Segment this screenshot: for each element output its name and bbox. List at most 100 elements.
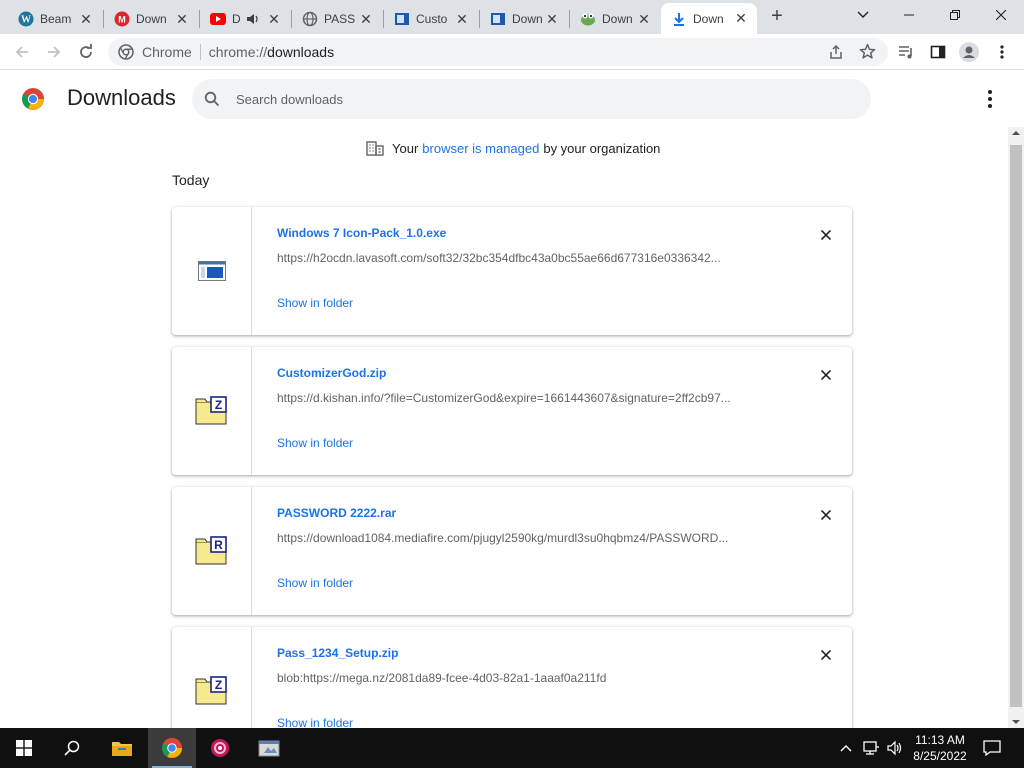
show-hidden-icons-button[interactable] — [836, 728, 856, 768]
taskbar-file-explorer[interactable] — [98, 728, 146, 768]
close-icon[interactable]: ✕ — [636, 11, 652, 27]
speaker-icon[interactable] — [246, 12, 260, 29]
tab-label: D — [232, 12, 241, 26]
close-icon[interactable]: ✕ — [174, 11, 190, 27]
chrome-logo-icon — [22, 88, 44, 110]
tab-download-3[interactable]: Down ✕ — [570, 4, 660, 34]
search-input[interactable] — [236, 91, 736, 107]
reload-button[interactable] — [72, 38, 100, 66]
downloads-header: Downloads — [0, 71, 1008, 127]
star-icon[interactable] — [859, 43, 876, 63]
zip-file-icon: Z — [195, 396, 227, 425]
back-button[interactable] — [8, 38, 36, 66]
close-icon[interactable]: ✕ — [454, 11, 470, 27]
reload-icon — [80, 44, 92, 58]
windows-logo-icon — [16, 740, 32, 756]
remove-button[interactable] — [816, 505, 836, 525]
show-in-folder-link[interactable]: Show in folder — [277, 296, 353, 310]
share-icon[interactable] — [828, 44, 844, 63]
network-button[interactable] — [860, 728, 882, 768]
side-panel-button[interactable] — [924, 38, 952, 66]
close-icon[interactable]: ✕ — [78, 11, 94, 27]
managed-prefix: Your — [392, 140, 419, 156]
search-bar[interactable] — [192, 79, 871, 119]
managed-link[interactable]: browser is managed — [422, 141, 539, 156]
action-center-button[interactable] — [976, 728, 1008, 768]
clock-date: 8/25/2022 — [913, 749, 967, 763]
avatar-icon — [959, 42, 979, 62]
tab-mega[interactable]: M Down ✕ — [104, 4, 198, 34]
restore-button[interactable] — [932, 0, 978, 30]
chevron-down-icon — [857, 11, 869, 18]
arrow-right-icon — [48, 46, 61, 58]
show-in-folder-link[interactable]: Show in folder — [277, 576, 353, 590]
notification-icon — [983, 740, 1001, 756]
taskbar-chrome[interactable] — [148, 728, 196, 768]
file-name-link[interactable]: Pass_1234_Setup.zip — [277, 646, 398, 660]
scroll-down-arrow-icon[interactable] — [1012, 718, 1020, 726]
forward-button[interactable] — [40, 38, 68, 66]
close-icon[interactable]: ✕ — [733, 10, 749, 26]
site-chip: Chrome — [142, 44, 192, 60]
file-name-link[interactable]: Windows 7 Icon-Pack_1.0.exe — [277, 226, 446, 240]
file-source-url[interactable]: https://h2ocdn.lavasoft.com/soft32/32bc3… — [277, 251, 777, 265]
volume-button[interactable] — [884, 728, 906, 768]
file-source-url[interactable]: https://d.kishan.info/?file=CustomizerGo… — [277, 391, 777, 405]
chrome-menu-button[interactable] — [988, 38, 1016, 66]
remove-button[interactable] — [816, 645, 836, 665]
archive-badge: R — [214, 538, 223, 552]
tab-strip: W Beam ✕ M Down ✕ D ✕ PASS ✕ Custo ✕ Dow… — [0, 0, 1024, 34]
address-bar[interactable]: Chrome chrome://downloads — [108, 38, 888, 66]
media-queue-icon — [899, 46, 912, 59]
more-vert-icon — [988, 90, 992, 94]
file-icon-column — [172, 207, 252, 335]
start-button[interactable] — [0, 728, 48, 768]
file-source-url[interactable]: blob:https://mega.nz/2081da89-fcee-4d03-… — [277, 671, 777, 685]
managed-notice: Your browser is managed by your organiza… — [366, 140, 660, 156]
taskbar-app-red[interactable] — [196, 728, 244, 768]
downloads-menu-button[interactable] — [980, 87, 1000, 111]
close-icon[interactable]: ✕ — [544, 11, 560, 27]
new-tab-button[interactable]: + — [764, 5, 790, 29]
scroll-up-arrow-icon[interactable] — [1012, 129, 1020, 137]
tab-customizer[interactable]: Custo ✕ — [384, 4, 478, 34]
close-window-button[interactable] — [978, 0, 1024, 30]
search-icon — [204, 91, 220, 107]
page-scrollbar[interactable] — [1008, 127, 1024, 728]
media-control-button[interactable] — [892, 38, 920, 66]
download-item: Windows 7 Icon-Pack_1.0.exe https://h2oc… — [172, 207, 852, 335]
close-icon[interactable]: ✕ — [266, 11, 282, 27]
close-icon[interactable]: ✕ — [358, 11, 374, 27]
download-item: Z Pass_1234_Setup.zip blob:https://mega.… — [172, 627, 852, 728]
mega-icon: M — [114, 11, 130, 27]
show-in-folder-link[interactable]: Show in folder — [277, 436, 353, 450]
tab-label: Down — [602, 12, 633, 26]
page-title: Downloads — [67, 85, 176, 110]
more-vert-icon — [1000, 45, 1004, 59]
profile-button[interactable] — [955, 38, 983, 66]
file-source-url[interactable]: https://download1084.mediafire.com/pjugy… — [277, 531, 777, 545]
scrollbar-thumb[interactable] — [1010, 145, 1022, 707]
file-name-link[interactable]: CustomizerGod.zip — [277, 366, 386, 380]
tab-label: Down — [136, 12, 167, 26]
tab-password[interactable]: PASS ✕ — [292, 4, 382, 34]
show-in-folder-link[interactable]: Show in folder — [277, 716, 353, 728]
tab-downloads-active[interactable]: Down ✕ — [661, 3, 757, 34]
archive-badge: Z — [214, 678, 221, 692]
close-icon — [821, 650, 831, 660]
file-name-link[interactable]: PASSWORD 2222.rar — [277, 506, 396, 520]
minimize-button[interactable] — [886, 0, 932, 30]
tab-youtube[interactable]: D ✕ — [200, 4, 290, 34]
tab-wordpress[interactable]: W Beam ✕ — [8, 4, 102, 34]
youtube-icon — [210, 11, 226, 27]
speaker-icon — [887, 740, 902, 756]
remove-button[interactable] — [816, 365, 836, 385]
remove-button[interactable] — [816, 225, 836, 245]
archive-badge: Z — [214, 398, 221, 412]
wordpress-icon: W — [18, 11, 34, 27]
tab-download-2[interactable]: Down ✕ — [480, 4, 568, 34]
taskbar-clock[interactable]: 11:13 AM 8/25/2022 — [908, 732, 972, 764]
taskbar-app-window[interactable] — [246, 728, 294, 768]
tab-search-button[interactable] — [840, 0, 886, 30]
taskbar-search-button[interactable] — [48, 728, 96, 768]
